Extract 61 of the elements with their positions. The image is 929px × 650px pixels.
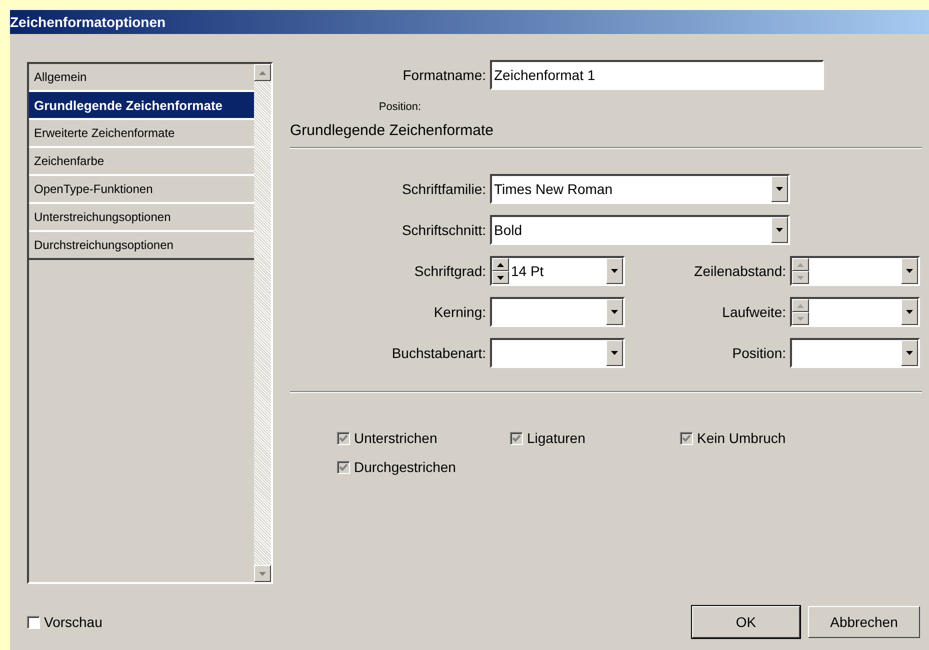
down-arrow-icon	[906, 269, 913, 273]
checkbox-label: Unterstrichen	[354, 429, 438, 448]
field-label: Laufweite:	[721, 302, 787, 322]
scroll-up-button[interactable]	[254, 64, 271, 81]
field-label: Position:	[731, 344, 787, 362]
position-caption: Position:	[378, 100, 422, 115]
combo-box[interactable]: 14 Pt	[490, 256, 625, 286]
window-title: Zeichenformatoptionen	[10, 10, 929, 34]
dropdown-button[interactable]	[901, 340, 918, 366]
checkbox[interactable]	[27, 616, 40, 628]
dialog-button[interactable]: Abbrechen	[808, 606, 920, 638]
checkbox-label: Ligaturen	[527, 429, 586, 448]
combo-box[interactable]	[790, 297, 920, 327]
field-label: Zeilenabstand:	[693, 262, 787, 280]
up-arrow-icon	[497, 262, 504, 266]
down-arrow-icon	[259, 572, 266, 576]
down-arrow-icon	[776, 187, 783, 191]
field-label: Schriftschnitt:	[400, 220, 487, 240]
dialog-button[interactable]: OK	[692, 606, 800, 638]
checkbox-label: Durchgestrichen	[354, 458, 456, 477]
dropdown-button[interactable]	[606, 299, 623, 325]
dropdown-button[interactable]	[606, 258, 623, 284]
dropdown-button[interactable]	[771, 217, 788, 243]
up-arrow-icon	[259, 70, 266, 74]
down-arrow-icon	[611, 310, 618, 314]
field-value: Bold	[493, 220, 524, 240]
combo-box[interactable]: Times New Roman	[490, 174, 790, 204]
combo-box[interactable]	[790, 338, 920, 368]
name-field[interactable]: Zeichenformat 1	[490, 60, 824, 90]
down-arrow-icon	[611, 351, 618, 355]
sidebar-item[interactable]: Grundlegende Zeichenformate	[29, 92, 254, 120]
dropdown-button[interactable]	[901, 299, 918, 325]
combo-box[interactable]	[790, 256, 920, 286]
down-arrow-icon	[906, 351, 913, 355]
dropdown-button[interactable]	[771, 176, 788, 202]
field-label: Schriftgrad:	[413, 262, 487, 281]
scrollbar[interactable]	[254, 64, 271, 582]
section-title: Grundlegende Zeichenformate	[290, 120, 494, 140]
checkbox-label: Kein Umbruch	[697, 429, 786, 448]
combo-box[interactable]: Bold	[490, 215, 790, 245]
down-arrow-icon	[797, 316, 804, 320]
dropdown-button[interactable]	[606, 340, 623, 366]
field-value: 14 Pt	[510, 262, 545, 280]
down-arrow-icon	[797, 276, 804, 280]
down-arrow-icon	[497, 276, 504, 280]
field-label: Kerning:	[432, 302, 487, 322]
down-arrow-icon	[776, 228, 783, 232]
combo-box[interactable]	[490, 338, 625, 368]
dropdown-button[interactable]	[901, 258, 918, 284]
up-arrow-icon	[797, 262, 804, 266]
checkbox-label: Vorschau	[44, 612, 102, 632]
field-label: Formatname:	[402, 66, 487, 84]
field-value: Times New Roman	[493, 180, 614, 198]
combo-box[interactable]	[490, 297, 625, 327]
up-arrow-icon	[797, 304, 804, 308]
scroll-down-button[interactable]	[254, 565, 271, 582]
field-label: Buchstabenart:	[390, 344, 487, 362]
spinner[interactable]	[492, 258, 509, 284]
field-label: Schriftfamilie:	[400, 180, 487, 198]
down-arrow-icon	[906, 310, 913, 314]
down-arrow-icon	[611, 269, 618, 273]
